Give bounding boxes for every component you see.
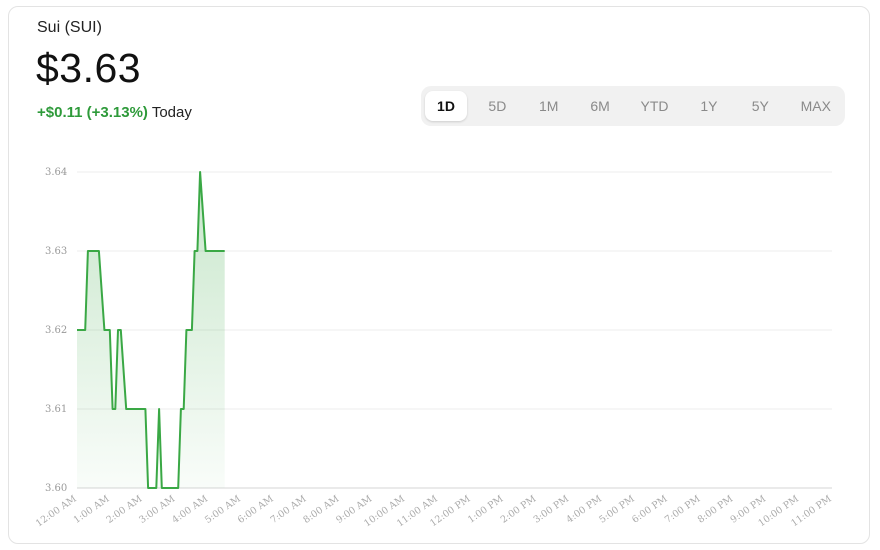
x-tick-label: 8:00 AM [301, 493, 341, 526]
y-tick-label: 3.62 [45, 325, 67, 336]
x-tick-label: 7:00 AM [269, 493, 309, 526]
x-tick-label: 8:00 PM [696, 493, 736, 525]
price-chart: 3.603.613.623.633.64 12:00 AM1:00 AM2:00… [34, 167, 834, 529]
x-tick-label: 5:00 AM [203, 493, 243, 526]
x-tick-label: 6:00 PM [630, 493, 670, 525]
x-tick-label: 3:00 AM [137, 493, 177, 526]
x-tick-label: 2:00 PM [499, 493, 539, 525]
x-tick-label: 5:00 PM [597, 493, 637, 525]
x-tick-label: 1:00 PM [466, 493, 506, 525]
y-tick-label: 3.61 [45, 404, 67, 415]
x-tick-label: 4:00 AM [170, 493, 210, 526]
y-tick-label: 3.64 [45, 167, 67, 178]
x-tick-label: 2:00 AM [105, 493, 145, 526]
y-tick-label: 3.63 [45, 246, 67, 257]
x-tick-label: 3:00 PM [532, 493, 572, 525]
x-tick-label: 4:00 PM [564, 493, 604, 525]
x-tick-label: 7:00 PM [663, 493, 703, 525]
x-axis-ticks: 12:00 AM1:00 AM2:00 AM3:00 AM4:00 AM5:00… [34, 493, 834, 529]
x-tick-label: 1:00 AM [72, 493, 112, 526]
y-tick-label: 3.60 [45, 483, 67, 494]
y-axis-ticks: 3.60 3.61 3.62 3.63 3.64 [45, 167, 67, 494]
x-tick-label: 12:00 AM [34, 493, 79, 529]
x-tick-label: 6:00 AM [236, 493, 276, 526]
